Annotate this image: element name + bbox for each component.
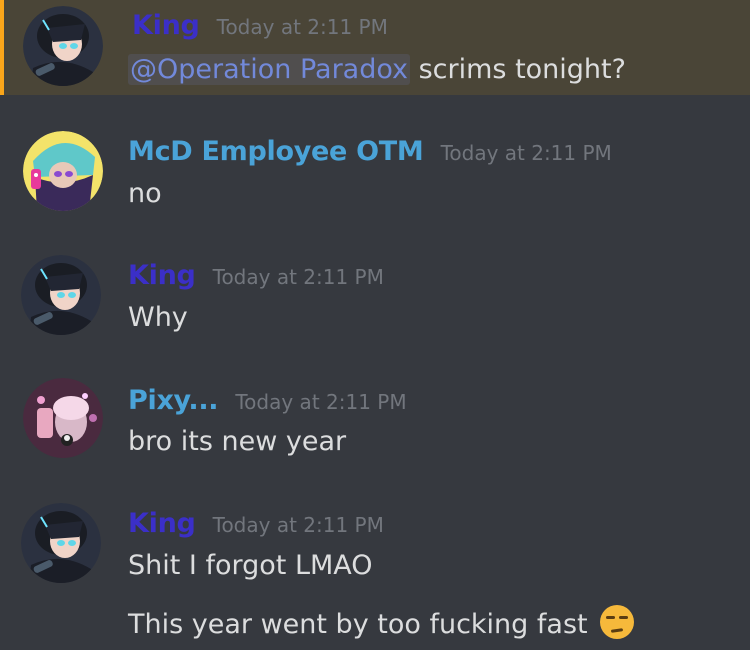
message-timestamp: Today at 2:11 PM	[216, 15, 388, 39]
author-name[interactable]: King	[128, 260, 196, 291]
king-avatar[interactable]	[23, 6, 103, 86]
message-body-line: This year went by too fucking fast	[128, 609, 588, 640]
dark-haired-anime-avatar-icon	[23, 6, 103, 86]
message-body: Shit I forgot LMAO	[128, 550, 373, 581]
message-timestamp: Today at 2:11 PM	[440, 141, 612, 165]
message-king-why[interactable]: King Today at 2:11 PM Why	[0, 245, 750, 355]
message-body: Why	[128, 302, 188, 333]
king-avatar[interactable]	[21, 255, 101, 335]
author-name[interactable]: King	[128, 508, 196, 539]
author-name[interactable]: Pixy...	[128, 385, 219, 416]
pink-photo-avatar-icon	[23, 378, 103, 458]
message-body: no	[128, 178, 162, 209]
message-timestamp: Today at 2:11 PM	[235, 390, 407, 414]
author-name[interactable]: McD Employee OTM	[128, 136, 424, 167]
role-mention-link[interactable]: @Operation Paradox	[128, 54, 411, 85]
unamused-face-emoji-icon[interactable]	[600, 605, 635, 639]
message-king-forgot[interactable]: King Today at 2:11 PM Shit I forgot LMAO…	[0, 495, 750, 650]
squid-girl-avatar-icon	[23, 131, 103, 211]
message-timestamp: Today at 2:11 PM	[212, 265, 384, 289]
message-body: bro its new year	[128, 426, 347, 457]
message-pixy[interactable]: Pixy... Today at 2:11 PM bro its new yea…	[0, 370, 750, 480]
message-mcd-employee[interactable]: McD Employee OTM Today at 2:11 PM no	[0, 120, 750, 230]
dark-haired-anime-avatar-icon	[21, 503, 101, 583]
dark-haired-anime-avatar-icon	[21, 255, 101, 335]
pixy-avatar[interactable]	[23, 378, 103, 458]
message-timestamp: Today at 2:11 PM	[212, 513, 384, 537]
message-text: @Operation Paradox scrims tonight?	[128, 54, 626, 85]
message-body: scrims tonight?	[410, 54, 626, 85]
author-name[interactable]: King	[132, 10, 200, 41]
mcd-employee-avatar[interactable]	[23, 131, 103, 211]
king-avatar[interactable]	[21, 503, 101, 583]
message-king-mention[interactable]: King Today at 2:11 PM @Operation Paradox…	[0, 0, 750, 95]
message-body-continued: This year went by too fucking fast	[128, 605, 635, 640]
